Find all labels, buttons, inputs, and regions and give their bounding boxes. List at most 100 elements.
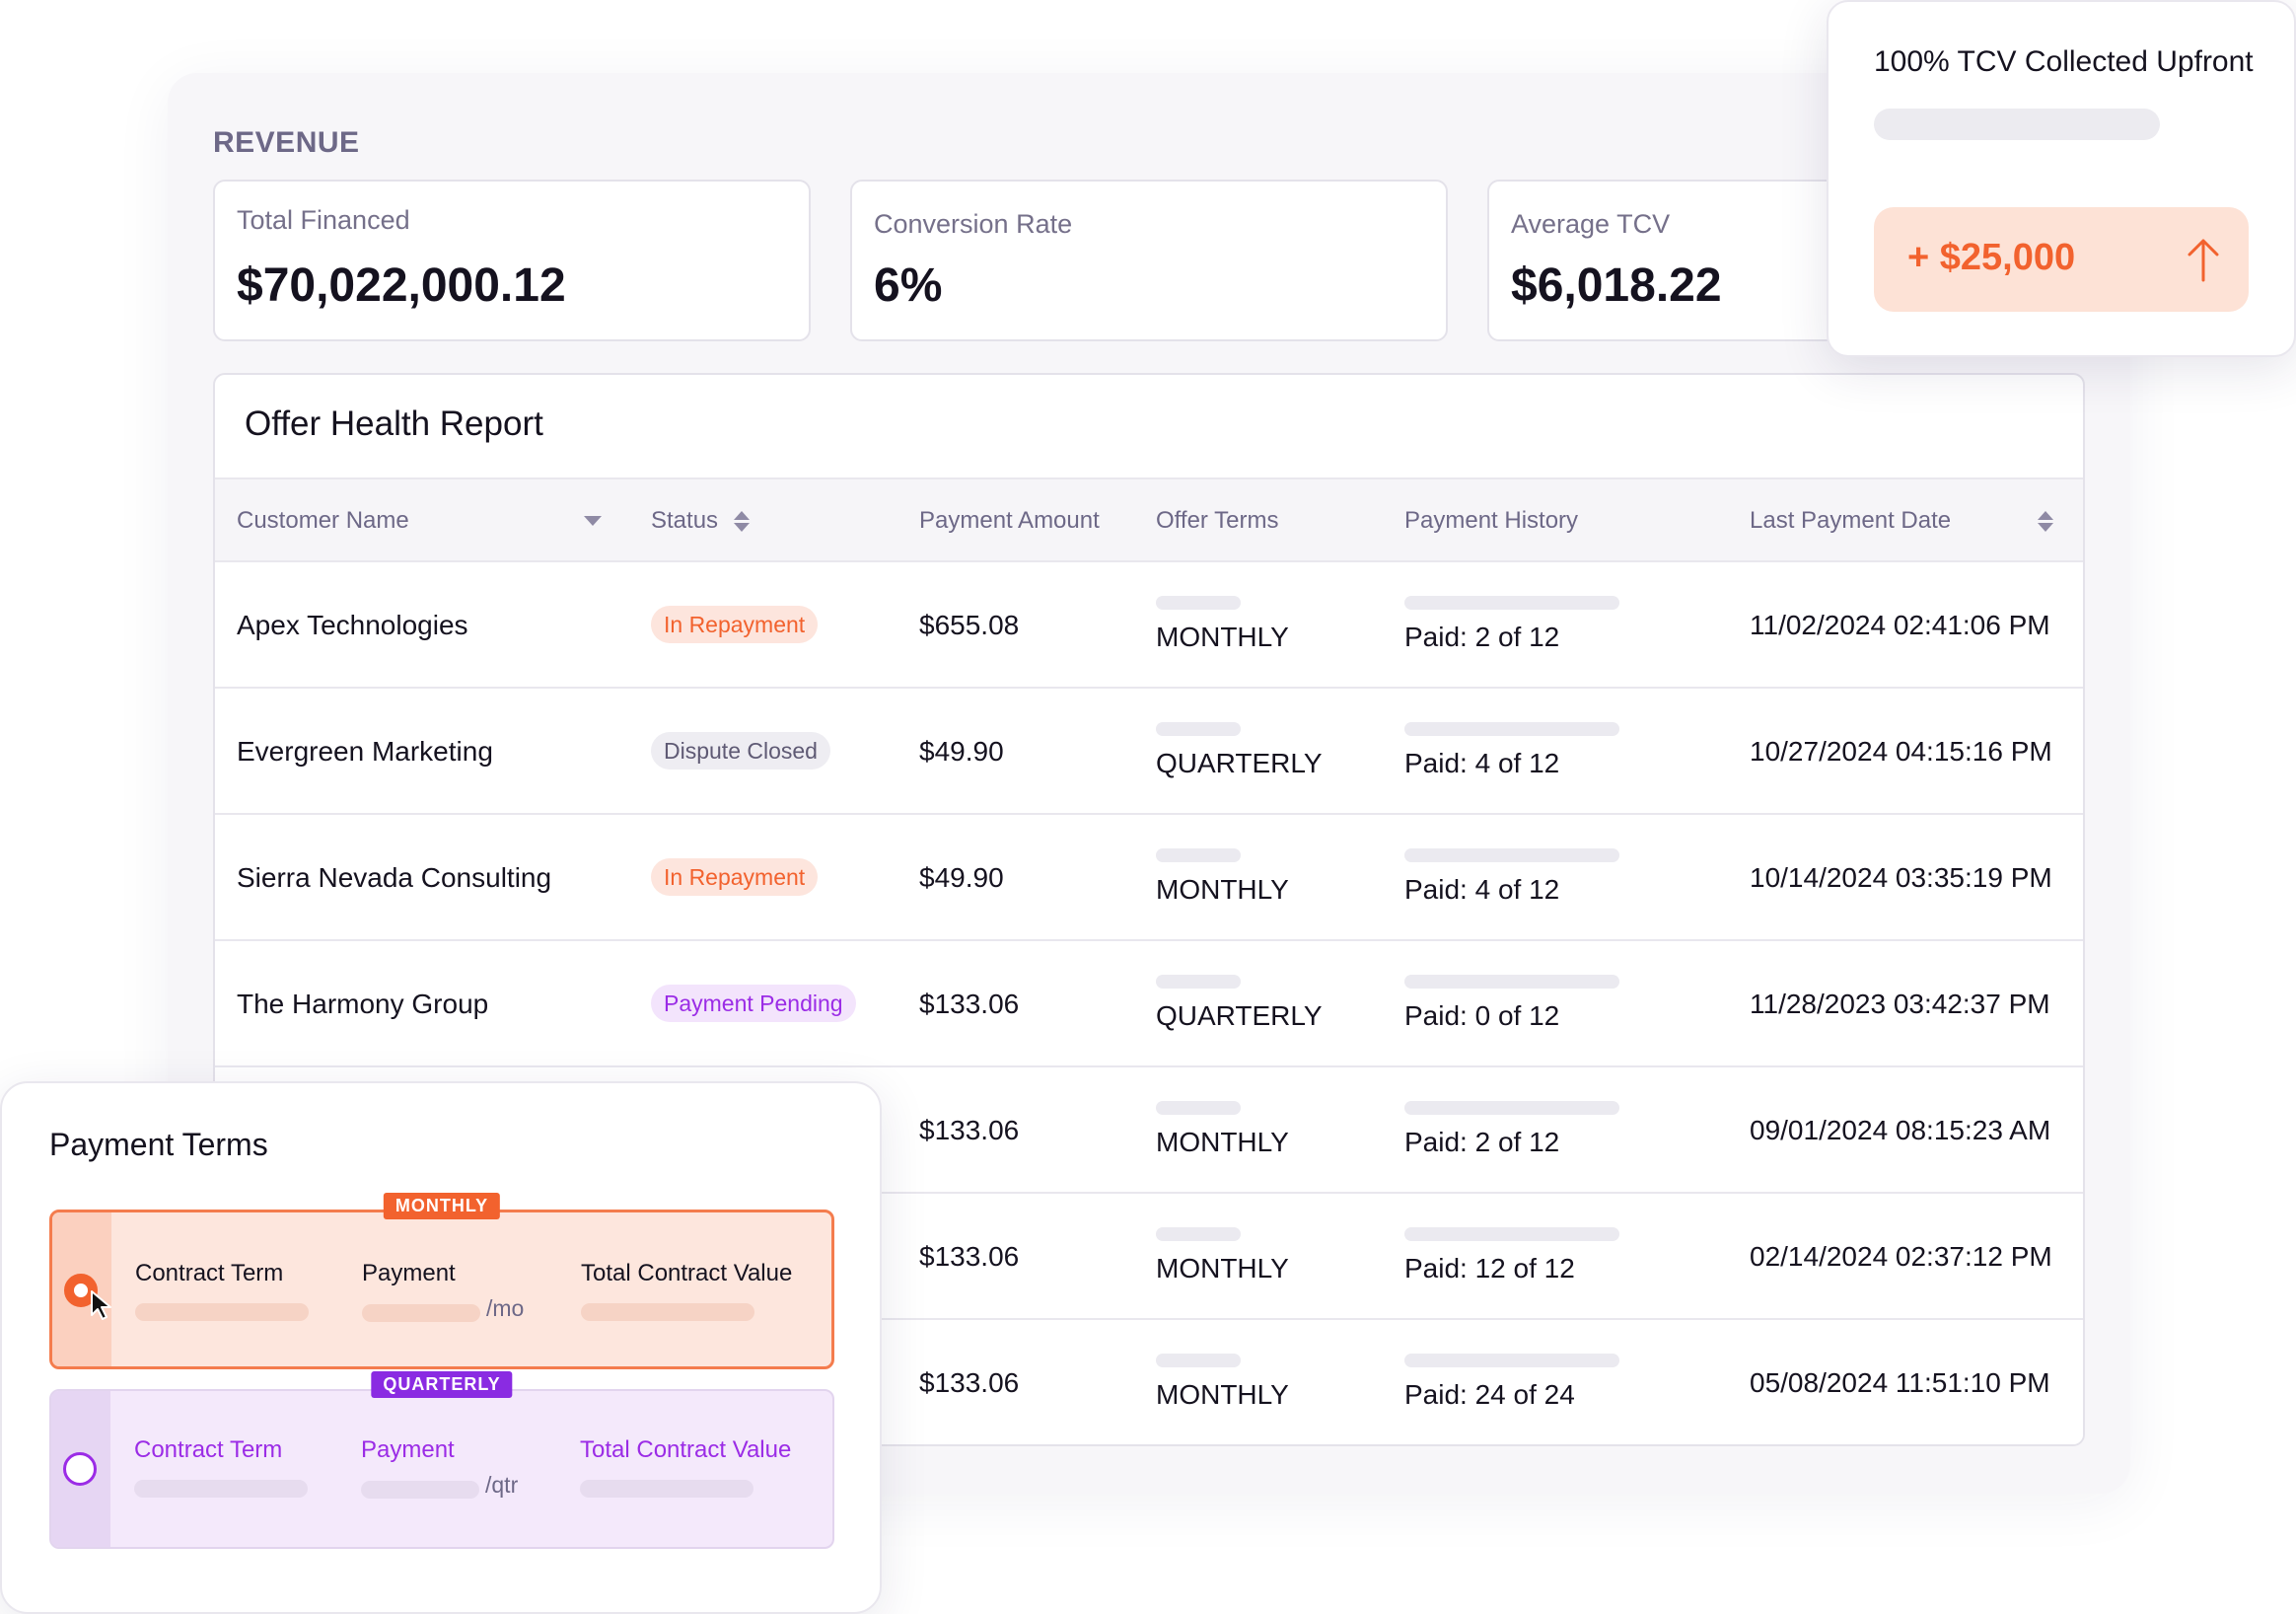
skeleton-placeholder [362,1304,480,1322]
skeleton-placeholder [135,1303,309,1321]
skeleton-placeholder [1404,1101,1619,1115]
column-header-status[interactable]: Status [651,507,751,535]
column-header-label: Customer Name [237,507,409,534]
payment-history: Paid: 2 of 12 [1404,622,1560,652]
payment-amount: $655.08 [919,610,1020,640]
plan-option-monthly[interactable]: MONTHLY Contract Term Payment /mo Total … [49,1193,834,1369]
offer-terms-cell: MONTHLY [1156,1101,1289,1158]
payment-column: Payment /mo [362,1260,524,1322]
table-row[interactable]: Sierra Nevada Consulting In Repayment $49.… [215,815,2083,941]
status-cell: In Repayment [651,858,819,896]
plan-tag: MONTHLY [383,1193,501,1219]
payment-terms-title: Payment Terms [49,1127,268,1162]
payment-amount: $49.90 [919,736,1004,767]
offer-terms-cell: MONTHLY [1156,848,1289,906]
plan-option-quarterly[interactable]: QUARTERLY Contract Term Payment /qtr Tot… [49,1371,834,1549]
tcv-label: Total Contract Value [581,1260,793,1286]
offer-terms: QUARTERLY [1156,1000,1323,1031]
last-payment-date: 09/01/2024 08:15:23 AM [1750,1115,2051,1145]
payment-history: Paid: 4 of 12 [1404,874,1560,905]
table-row[interactable]: The Harmony Group Payment Pending $133.06 Q… [215,941,2083,1067]
skeleton-placeholder [1874,109,2160,140]
metric-card-conversion-rate: Conversion Rate 6% [850,180,1448,341]
chevron-down-icon[interactable] [584,516,602,526]
payment-history-cell: Paid: 4 of 12 [1404,722,1619,779]
offer-terms-cell: MONTHLY [1156,596,1289,653]
payment-unit: /mo [486,1295,525,1321]
skeleton-placeholder [1404,596,1619,610]
last-payment-date: 02/14/2024 02:37:12 PM [1750,1241,2052,1272]
payment-history: Paid: 24 of 24 [1404,1379,1575,1410]
status-badge: Payment Pending [651,985,856,1022]
column-header-label: Offer Terms [1156,507,1279,534]
column-header-offer-terms[interactable]: Offer Terms [1156,507,1278,535]
status-cell: Payment Pending [651,985,856,1022]
last-payment-date: 10/14/2024 03:35:19 PM [1750,862,2052,893]
column-header-payment-history[interactable]: Payment History [1404,507,1578,535]
offer-terms: MONTHLY [1156,874,1289,905]
payment-history-cell: Paid: 2 of 12 [1404,1101,1619,1158]
offer-terms: MONTHLY [1156,1253,1289,1284]
status-badge: In Repayment [651,606,819,643]
payment-amount: $133.06 [919,1115,1020,1145]
report-title: Offer Health Report [245,404,543,443]
column-header-label: Payment History [1404,507,1579,534]
metric-label: Conversion Rate [874,209,1073,239]
offer-terms-cell: MONTHLY [1156,1354,1289,1411]
skeleton-placeholder [1156,975,1241,989]
skeleton-placeholder [1156,596,1241,610]
radio-button[interactable] [63,1452,97,1486]
column-header-last-payment-date[interactable]: Last Payment Date [1750,507,2053,535]
last-payment-date: 11/28/2023 03:42:37 PM [1750,989,2050,1019]
tcv-amount-pill: + $25,000 [1874,207,2249,312]
payment-unit: /qtr [485,1472,519,1498]
column-header-label: Last Payment Date [1750,507,1952,534]
status-badge: Dispute Closed [651,732,830,770]
payment-history: Paid: 0 of 12 [1404,1000,1560,1031]
table-row[interactable]: Apex Technologies In Repayment $655.08 MONT… [215,562,2083,689]
last-payment-date: 10/27/2024 04:15:16 PM [1750,736,2052,767]
customer-name: Apex Technologies [237,610,468,640]
skeleton-placeholder [1156,848,1241,862]
status-cell: Dispute Closed [651,732,830,770]
skeleton-placeholder [581,1303,754,1321]
tcv-label: Total Contract Value [580,1436,792,1463]
metric-card-total-financed: Total Financed $70,022,000.12 [213,180,811,341]
skeleton-placeholder [1404,1227,1619,1241]
tcv-column: Total Contract Value [580,1436,791,1498]
skeleton-placeholder [1156,722,1241,736]
skeleton-placeholder [1156,1354,1241,1367]
payment-history: Paid: 12 of 12 [1404,1253,1575,1284]
offer-terms: QUARTERLY [1156,748,1323,778]
payment-column: Payment /qtr [361,1436,518,1499]
column-header-payment-amount[interactable]: Payment Amount [919,507,1100,535]
payment-amount: $49.90 [919,862,1004,893]
payment-label: Payment [362,1260,456,1286]
payment-history-cell: Paid: 12 of 12 [1404,1227,1619,1284]
column-header-label: Payment Amount [919,507,1100,534]
skeleton-placeholder [1404,848,1619,862]
payment-label: Payment [361,1436,455,1463]
tcv-upfront-card: 100% TCV Collected Upfront + $25,000 [1827,0,2296,357]
skeleton-placeholder [1156,1227,1241,1241]
payment-terms-card: Payment Terms MONTHLY Contract Term Paym… [0,1081,882,1614]
metric-value: 6% [874,259,943,312]
table-header: Customer Name Status Payment Amount Offe… [215,477,2083,562]
column-header-customer-name[interactable]: Customer Name [237,507,602,535]
payment-amount: $133.06 [919,989,1020,1019]
plan-tag: QUARTERLY [371,1371,513,1398]
metric-value: $6,018.22 [1511,259,1722,312]
offer-terms-cell: QUARTERLY [1156,722,1323,779]
metric-label: Total Financed [237,205,410,235]
payment-history-cell: Paid: 4 of 12 [1404,848,1619,906]
offer-terms-cell: QUARTERLY [1156,975,1323,1032]
sort-icon[interactable] [734,510,751,532]
contract-term-label: Contract Term [134,1436,283,1463]
offer-terms-cell: MONTHLY [1156,1227,1289,1284]
offer-terms: MONTHLY [1156,1127,1289,1157]
sort-icon[interactable] [2038,510,2053,532]
revenue-heading: REVENUE [213,126,360,159]
table-row[interactable]: Evergreen Marketing Dispute Closed $49.90 Q… [215,689,2083,815]
skeleton-placeholder [1404,975,1619,989]
customer-name: The Harmony Group [237,989,489,1019]
